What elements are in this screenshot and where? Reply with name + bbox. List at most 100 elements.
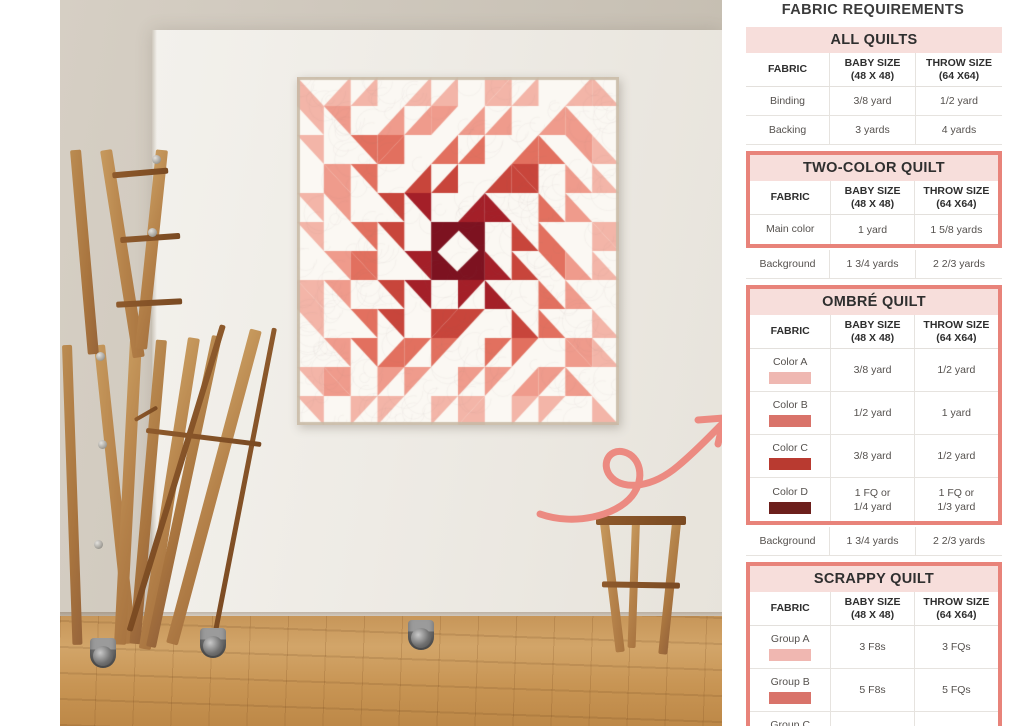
cell-text: 2 2/3 yards (933, 534, 985, 548)
cell-baby-size: 1 3/4 yards (830, 250, 916, 278)
section-ombre-quilt-background-row: Background 1 3/4 yards 2 2/3 yards (746, 527, 1002, 556)
cell-text: 1/2 yard (940, 94, 978, 108)
table-header-row: FABRIC BABY SIZE (48 X 48) THROW SIZE (64 X6… (746, 53, 1002, 87)
cell-text: 3/8 yard (854, 449, 892, 463)
color-swatch (769, 458, 811, 470)
cell-fabric: Main color (750, 215, 831, 244)
cell-baby-size: 1/2 yard (831, 392, 914, 434)
cell-fabric: Background (746, 527, 830, 555)
fabric-label: Background (759, 535, 815, 548)
cell-text: 1/2 yard (937, 449, 975, 463)
ladder-bolt-4 (152, 155, 161, 164)
cell-baby-size: 3/8 yard (831, 435, 914, 477)
cell-fabric: Background (746, 250, 830, 278)
cell-throw-size: 5 FQs (915, 669, 998, 711)
fabric-label: Color B (773, 399, 808, 412)
cell-text: 3/8 yard (854, 363, 892, 377)
section-title-scrappy-quilt: SCRAPPY QUILT (750, 566, 998, 592)
cell-throw-size: 3 FQs (915, 712, 998, 726)
cell-throw-size: 3 FQs (915, 626, 998, 668)
cell-text: 1 yard (942, 406, 971, 420)
cell-text: 5 FQs (942, 683, 971, 697)
cell-text: 3/8 yard (854, 94, 892, 108)
ladder-bolt-3 (94, 540, 103, 549)
fabric-label: Color C (772, 442, 808, 455)
cell-baby-size: 3/8 yard (831, 349, 914, 391)
cell-fabric: Color C (750, 435, 831, 477)
cell-throw-size: 1 yard (915, 392, 998, 434)
col-header-baby-size: BABY SIZE (48 X 48) (831, 315, 914, 348)
table-row: Background 1 3/4 yards 2 2/3 yards (746, 527, 1002, 556)
color-swatch (769, 649, 811, 661)
cell-text: 1/2 yard (937, 363, 975, 377)
cell-throw-size: 2 2/3 yards (916, 527, 1002, 555)
col-header-throw-size: THROW SIZE (64 X64) (916, 53, 1002, 86)
cell-fabric: Group A (750, 626, 831, 668)
cell-text: 3 F8s (859, 640, 885, 654)
fabric-label: Main color (766, 223, 814, 236)
page-title: FABRIC REQUIREMENTS (722, 2, 1024, 18)
cell-baby-size: 1 yard (831, 215, 914, 244)
panel-caster-right (408, 620, 434, 650)
fabric-label: Backing (769, 124, 806, 137)
cell-text: 1 5/8 yards (930, 223, 982, 237)
table-row: Binding 3/8 yard 1/2 yard (746, 87, 1002, 116)
section-title-two-color-quilt: TWO-COLOR QUILT (750, 155, 998, 181)
cell-throw-size: 1/2 yard (915, 349, 998, 391)
cell-text: 1 3/4 yards (847, 534, 899, 548)
table-row: Group B 5 F8s 5 FQs (750, 669, 998, 712)
cell-text: 4 yards (942, 123, 976, 137)
cell-fabric: Backing (746, 116, 830, 144)
col-header-baby-size: BABY SIZE (48 X 48) (830, 53, 916, 86)
cell-fabric: Color D (750, 478, 831, 521)
table-row: Color A 3/8 yard 1/2 yard (750, 349, 998, 392)
cell-text: 1/4 yard (854, 500, 892, 514)
table-header-row: FABRIC BABY SIZE (48 X 48) THROW SIZE (64 X6… (750, 181, 998, 215)
hanging-quilt (297, 77, 619, 425)
cell-text: 3 FQs (942, 640, 971, 654)
cell-fabric: Group C (750, 712, 831, 726)
cell-text: 5 F8s (859, 683, 885, 697)
quilt-photo (60, 0, 722, 726)
table-row: Main color 1 yard 1 5/8 yards (750, 215, 998, 244)
section-title-ombre-quilt: OMBRÉ QUILT (750, 289, 998, 315)
table-row: Group A 3 F8s 3 FQs (750, 626, 998, 669)
col-header-fabric: FABRIC (750, 592, 831, 625)
cell-text: 3 yards (855, 123, 889, 137)
table-row: Group C 3 F8s3 FQs (750, 712, 998, 726)
cell-fabric: Color A (750, 349, 831, 391)
page-root: FABRIC REQUIREMENTS ALL QUILTS FABRIC BABY… (0, 0, 1024, 726)
col-header-fabric: FABRIC (750, 181, 831, 214)
color-swatch (769, 502, 811, 514)
cell-baby-size: 3 F8s (831, 626, 914, 668)
cell-baby-size: 3/8 yard (830, 87, 916, 115)
col-header-baby-size: BABY SIZE (48 X 48) (831, 592, 914, 625)
cell-text: 1/3 yard (937, 500, 975, 514)
ladder-bolt-2 (98, 440, 107, 449)
section-all-quilts: ALL QUILTS FABRIC BABY SIZE (48 X 48) THROW … (746, 27, 1002, 145)
cell-fabric: Color B (750, 392, 831, 434)
cell-baby-size: 3 yards (830, 116, 916, 144)
fabric-label: Group B (771, 676, 810, 689)
ladder-bolt-5 (148, 228, 157, 237)
cell-baby-size: 5 F8s (831, 669, 914, 711)
cell-text: 1/2 yard (854, 406, 892, 420)
section-ombre-quilt: OMBRÉ QUILT FABRIC BABY SIZE (48 X 48) THROW… (746, 285, 1002, 525)
wood-floor (60, 616, 722, 726)
fabric-label: Background (759, 258, 815, 271)
section-title-all-quilts: ALL QUILTS (746, 27, 1002, 53)
col-header-fabric: FABRIC (746, 53, 830, 86)
fabric-requirements-panel: FABRIC REQUIREMENTS ALL QUILTS FABRIC BABY… (722, 0, 1024, 726)
ladder-bolt-1 (96, 352, 105, 361)
col-header-baby-size: BABY SIZE (48 X 48) (831, 181, 914, 214)
cell-fabric: Binding (746, 87, 830, 115)
cell-baby-size: 3 F8s (831, 712, 914, 726)
cell-text: 1 yard (858, 223, 887, 237)
table-row: Background 1 3/4 yards 2 2/3 yards (746, 250, 1002, 279)
fabric-label: Group A (771, 633, 810, 646)
color-swatch (769, 415, 811, 427)
ladder-caster-left (90, 638, 116, 668)
cell-throw-size: 4 yards (916, 116, 1002, 144)
cell-baby-size: 1 3/4 yards (830, 527, 916, 555)
fabric-label: Binding (770, 95, 805, 108)
